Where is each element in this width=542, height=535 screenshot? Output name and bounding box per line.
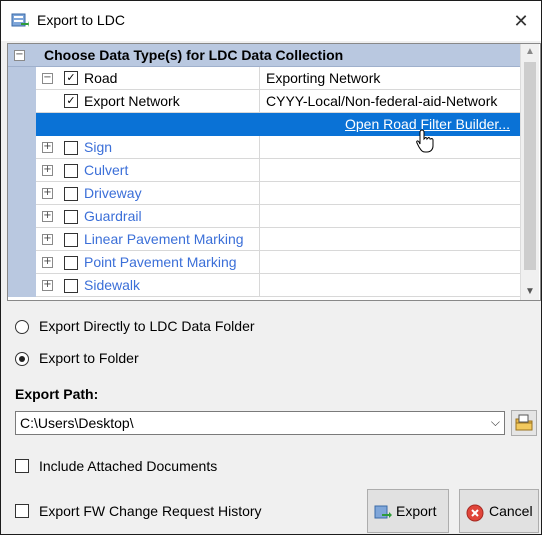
export-network-value: CYYY-Local/Non-federal-aid-Network [266,93,498,109]
export-folder-label: Export to Folder [39,350,139,366]
sign-label: Sign [84,139,113,155]
export-to-ldc-dialog: Export to LDC ✕ − Choose Data Type(s) fo… [0,0,542,535]
collapse-icon[interactable]: − [14,50,25,61]
grid-row-export-network: ✓ Export Network CYYY-Local/Non-federal-… [8,90,520,113]
expand-icon[interactable]: + [42,234,53,245]
browse-folder-button[interactable] [511,410,537,436]
export-network-label: Export Network [84,93,180,109]
scroll-thumb[interactable] [524,62,536,270]
export-folder-radio[interactable] [15,352,29,366]
grid-header: − Choose Data Type(s) for LDC Data Colle… [8,44,520,67]
close-icon: ✕ [513,11,529,31]
scroll-up-icon[interactable]: ▲ [521,44,539,60]
expand-icon[interactable]: + [42,142,53,153]
export-history-checkbox[interactable] [15,504,29,518]
grid-row-driveway: + Driveway [8,182,520,205]
cancel-icon [466,504,484,522]
hand-cursor-icon [416,129,434,153]
export-ldc-radio[interactable] [15,320,29,334]
driveway-checkbox[interactable] [64,187,78,201]
export-network-checkbox[interactable]: ✓ [64,94,78,108]
road-value: Exporting Network [266,70,381,86]
guardrail-checkbox[interactable] [64,210,78,224]
point-pavement-marking-label: Point Pavement Marking [84,254,237,270]
grid-row-guardrail: + Guardrail [8,205,520,228]
linear-pavement-marking-label: Linear Pavement Marking [84,231,244,247]
point-pavement-marking-checkbox[interactable] [64,256,78,270]
expand-icon[interactable]: + [42,211,53,222]
export-ldc-label: Export Directly to LDC Data Folder [39,318,255,334]
road-label: Road [84,70,118,86]
export-button-label: Export [396,503,437,519]
cancel-button[interactable]: Cancel [459,489,539,533]
grid-row-sign: + Sign [8,136,520,159]
chevron-down-icon[interactable]: ⌵ [491,415,500,430]
driveway-label: Driveway [84,185,142,201]
close-button[interactable]: ✕ [507,7,535,35]
sidewalk-checkbox[interactable] [64,279,78,293]
include-documents-label: Include Attached Documents [39,458,218,474]
include-documents-checkbox[interactable] [15,459,29,473]
grid-row-sidewalk: + Sidewalk [8,274,520,297]
export-history-label: Export FW Change Request History [39,503,262,519]
expand-icon[interactable]: + [42,257,53,268]
export-path-value: C:\Users\Desktop\ [20,415,134,431]
expand-icon[interactable]: + [42,188,53,199]
collapse-icon[interactable]: − [42,73,53,84]
sidewalk-label: Sidewalk [84,277,141,293]
grid-header-label: Choose Data Type(s) for LDC Data Collect… [44,47,344,63]
grid-row-filter-builder: Open Road Filter Builder... [8,113,520,136]
export-path-combo[interactable]: C:\Users\Desktop\ ⌵ [15,411,505,435]
folder-icon [515,414,533,431]
expand-icon[interactable]: + [42,165,53,176]
title-bar: Export to LDC ✕ [1,1,541,41]
grid-row-road: − ✓ Road Exporting Network [8,67,520,90]
grid-row-culvert: + Culvert [8,159,520,182]
scroll-down-icon[interactable]: ▼ [521,284,539,300]
expand-icon[interactable]: + [42,280,53,291]
grid-row-linear-pavement-marking: + Linear Pavement Marking [8,228,520,251]
linear-pavement-marking-checkbox[interactable] [64,233,78,247]
window-title: Export to LDC [37,12,125,28]
data-type-grid: − Choose Data Type(s) for LDC Data Colle… [7,43,541,301]
app-icon [11,13,29,27]
culvert-label: Culvert [84,162,129,178]
grid-row-point-pavement-marking: + Point Pavement Marking [8,251,520,274]
cancel-button-label: Cancel [489,503,533,519]
road-checkbox[interactable]: ✓ [64,71,78,85]
export-path-label: Export Path: [15,386,99,402]
sign-checkbox[interactable] [64,141,78,155]
culvert-checkbox[interactable] [64,164,78,178]
guardrail-label: Guardrail [84,208,142,224]
export-icon [374,505,392,519]
grid-scrollbar[interactable]: ▲ ▼ [520,44,539,300]
export-button[interactable]: Export [367,489,449,533]
